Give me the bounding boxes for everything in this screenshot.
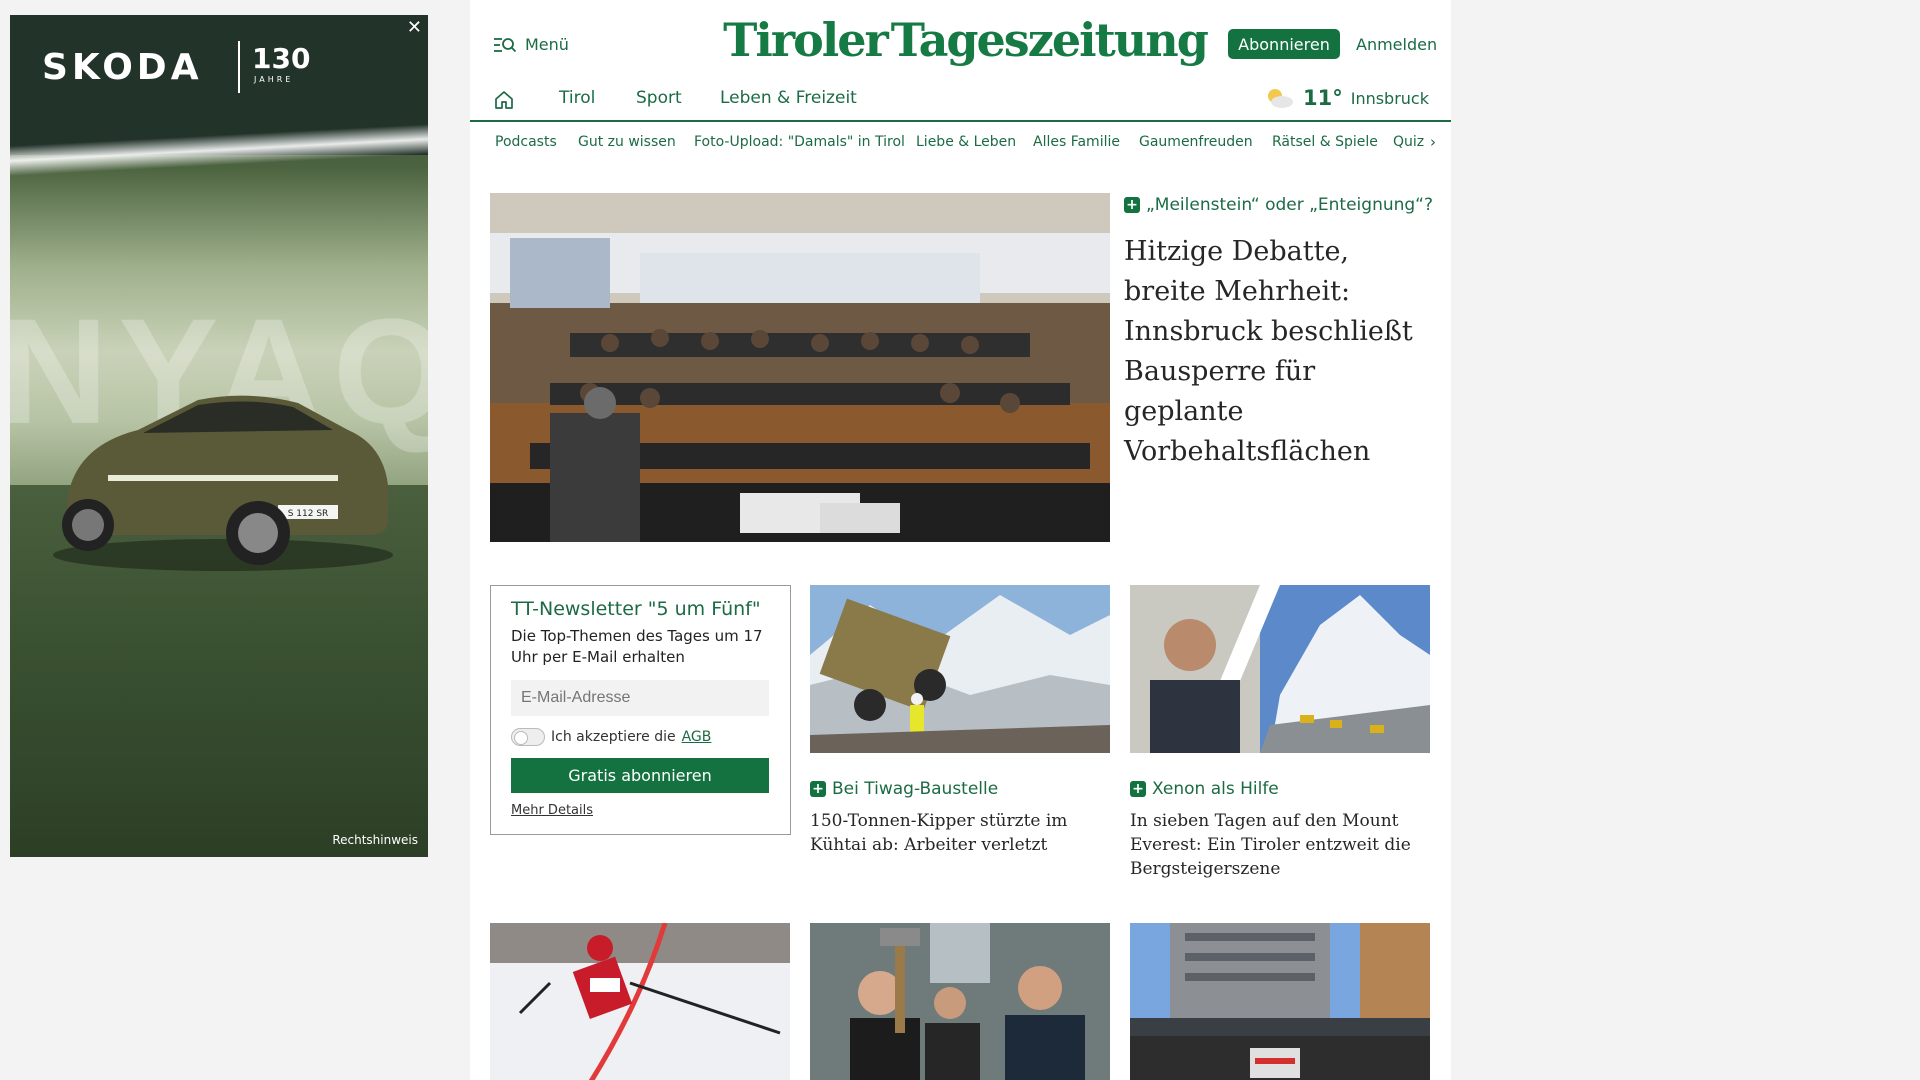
site-header: Menü Tiroler Tageszeitung Abonnieren Anm… [470,0,1451,151]
menu-search-icon [494,37,517,52]
article-card[interactable]: + Bei Tiwag-Baustelle 150-Tonnen-Kipper … [810,585,1110,857]
partly-cloudy-icon [1267,89,1293,108]
main-navigation: Tirol Sport Leben & Freizeit 11° Innsbru… [470,80,1451,122]
article-image [810,585,1110,753]
subnav-item-gut-zu-wissen[interactable]: Gut zu wissen [578,134,676,150]
hero-kicker-text: „Meilenstein“ oder „Enteignung“? [1146,195,1434,215]
ad-car-image: S 112 SR [53,395,393,571]
subnav-next-chevron-icon[interactable]: › [1430,133,1436,151]
logo-text-left: Tiroler [723,13,889,67]
weather-temperature: 11° [1302,86,1343,110]
nav-item-leben-freizeit[interactable]: Leben & Freizeit [720,88,857,108]
ad-anniversary-label: JAHRE [254,75,294,84]
home-icon[interactable] [492,88,516,112]
article-kicker-text: Bei Tiwag-Baustelle [832,779,999,799]
ad-brand-logo: SKODA [42,47,203,88]
article-kicker-text: Xenon als Hilfe [1152,779,1279,799]
hero-kicker[interactable]: + „Meilenstein“ oder „Enteignung“? [1124,195,1433,215]
weather-widget[interactable]: 11° Innsbruck [1263,86,1429,110]
premium-plus-icon: + [1124,197,1140,213]
newsletter-title: TT-Newsletter "5 um Fünf" [511,598,761,620]
subnav-item-gaumenfreuden[interactable]: Gaumenfreuden [1139,134,1253,150]
subnav-item-podcasts[interactable]: Podcasts [495,134,557,150]
subnav-item-foto-upload[interactable]: Foto-Upload: "Damals" in Tirol [694,134,905,150]
nav-item-sport[interactable]: Sport [636,88,682,108]
agb-consent-toggle[interactable] [511,728,545,746]
agb-consent-label: Ich akzeptiere die [551,729,676,745]
hero-article-image[interactable] [490,193,1110,542]
premium-plus-icon: + [810,781,826,797]
premium-plus-icon: + [1130,781,1146,797]
newsletter-email-input[interactable] [511,680,769,716]
site-logo[interactable]: Tiroler Tageszeitung [723,10,1209,70]
ad-anniversary-number: 130 [252,42,311,75]
nav-item-tirol[interactable]: Tirol [559,88,595,108]
ad-license-plate: S 112 SR [288,509,329,519]
menu-label: Menü [525,35,569,54]
article-headline[interactable]: 150-Tonnen-Kipper stürzte im Kühtai ab: … [810,809,1110,857]
article-kicker: + Bei Tiwag-Baustelle [810,779,1110,799]
menu-button[interactable]: Menü [493,35,569,54]
article-headline[interactable]: In sieben Tagen auf den Mount Everest: E… [1130,809,1430,881]
article-image-hospital[interactable] [1130,923,1430,1080]
article-image-ceremony[interactable] [810,923,1110,1080]
agb-link[interactable]: AGB [682,729,712,745]
article-kicker: + Xenon als Hilfe [1130,779,1430,799]
newsletter-subscribe-button[interactable]: Gratis abonnieren [511,758,769,793]
newsletter-description: Die Top-Themen des Tages um 17 Uhr per E… [511,627,763,666]
subnav-item-quiz[interactable]: Quiz [1393,134,1424,150]
subnav-item-alles-familie[interactable]: Alles Familie [1033,134,1120,150]
sub-navigation: Podcasts Gut zu wissen Foto-Upload: "Dam… [470,124,1451,160]
article-card[interactable]: + Xenon als Hilfe In sieben Tagen auf de… [1130,585,1430,881]
subnav-item-raetsel-spiele[interactable]: Rätsel & Spiele [1272,134,1378,150]
skoda-advertisement[interactable]: SKODA 130 JAHRE ✕ NYAQ S 112 SR Rechtshi… [10,15,428,857]
newsletter-more-details-link[interactable]: Mehr Details [511,803,593,818]
ad-logo-divider [238,41,240,93]
subscribe-button[interactable]: Abonnieren [1228,29,1340,59]
newsletter-signup-box: TT-Newsletter "5 um Fünf" Die Top-Themen… [490,585,791,835]
weather-city: Innsbruck [1350,88,1429,108]
ad-close-icon[interactable]: ✕ [407,17,422,38]
ad-legal-notice-link[interactable]: Rechtshinweis [332,833,418,847]
logo-text-right: Tageszeitung [890,13,1209,67]
subnav-item-liebe-leben[interactable]: Liebe & Leben [916,134,1016,150]
main-content-column: Menü Tiroler Tageszeitung Abonnieren Anm… [470,0,1451,1080]
login-link[interactable]: Anmelden [1356,35,1437,54]
article-image-ski-racer[interactable] [490,923,790,1080]
hero-headline[interactable]: Hitzige Debatte, breite Mehrheit: Innsbr… [1124,232,1434,472]
article-image [1130,585,1430,753]
agb-consent-row: Ich akzeptiere die AGB [511,728,770,746]
